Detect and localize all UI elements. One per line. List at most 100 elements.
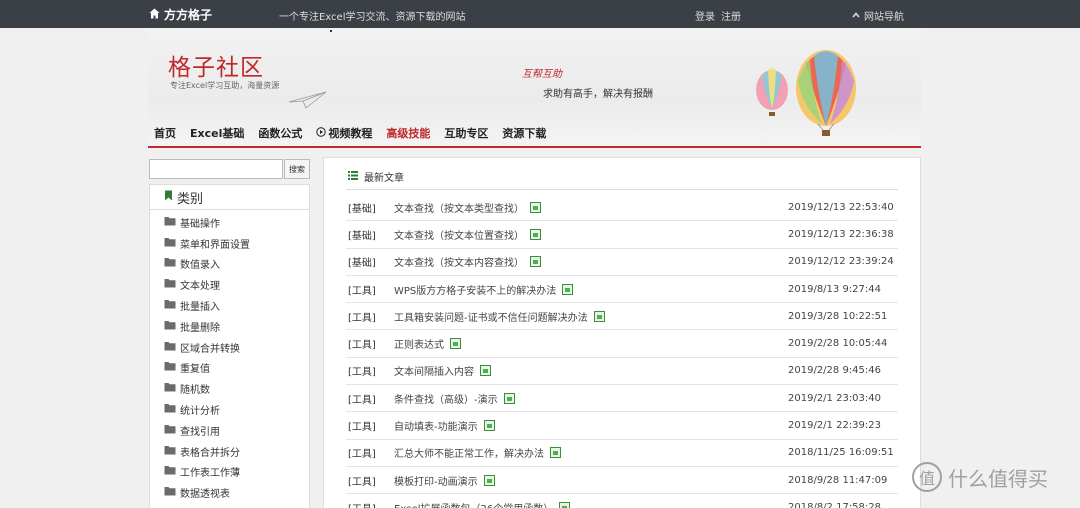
sidebar-item[interactable]: 批量删除	[150, 316, 309, 337]
article-tag[interactable]: [工具]	[348, 500, 394, 508]
sidebar-item-label: 查找引用	[180, 426, 220, 438]
site-nav-link[interactable]: 网站导航	[852, 8, 904, 23]
folder-icon	[164, 237, 176, 250]
article-title-wrap: 文本查找（按文本位置查找）	[394, 227, 541, 242]
article-title-wrap: 模板打印-动画演示	[394, 473, 495, 488]
image-icon	[480, 365, 491, 377]
folder-icon	[164, 361, 176, 374]
image-icon	[530, 228, 541, 240]
logo-title[interactable]: 格子社区	[168, 48, 264, 82]
top-bar: 方方格子 一个专注Excel学习交流、资源下载的网站 登录 注册 网站导航	[0, 0, 1080, 28]
folder-icon	[164, 424, 176, 437]
nav-home[interactable]: 首页	[154, 125, 176, 141]
article-row: [工具] 条件查找（高级）-演示 2019/2/1 23:03:40	[346, 385, 898, 413]
sidebar-item[interactable]: 数值录入	[150, 254, 309, 275]
nav-excel-basics[interactable]: Excel基础	[190, 125, 244, 141]
sidebar-item-label: 统计分析	[180, 406, 220, 418]
folder-icon	[164, 257, 176, 270]
article-tag[interactable]: [基础]	[348, 200, 394, 215]
search-input[interactable]	[149, 159, 283, 179]
article-row: [工具] 模板打印-动画演示 2018/9/28 11:47:09	[346, 467, 898, 495]
sidebar-item[interactable]: 区域合并转换	[150, 337, 309, 358]
category-sidebar: 类别 基础操作菜单和界面设置 数值录入 文本处理 批量插入 批量删除 区域合并转换重复值随…	[149, 184, 310, 508]
article-title-wrap: Excel扩展函数包（26个常用函数）	[394, 500, 571, 508]
article-title[interactable]: 文本间隔插入内容	[394, 363, 474, 378]
article-tag[interactable]: [工具]	[348, 418, 394, 433]
site-brand[interactable]: 方方格子	[149, 6, 212, 23]
nav-video-label: 视频教程	[328, 127, 373, 140]
image-icon	[450, 338, 461, 350]
article-tag[interactable]: [工具]	[348, 445, 394, 460]
article-title[interactable]: 工具箱安装问题-证书或不信任问题解决办法	[394, 309, 588, 324]
folder-icon	[164, 278, 176, 291]
folder-icon	[164, 299, 176, 312]
folder-icon	[164, 341, 176, 354]
article-title[interactable]: Excel扩展函数包（26个常用函数）	[394, 500, 553, 508]
sidebar-item[interactable]: 工作表工作薄	[150, 462, 309, 483]
article-date: 2019/2/28 10:05:44	[788, 338, 888, 350]
article-date: 2019/12/13 22:53:40	[788, 201, 894, 213]
article-tag[interactable]: [工具]	[348, 391, 394, 406]
nav-advanced-skills[interactable]: 高级技能	[386, 125, 430, 141]
article-title-wrap: 汇总大师不能正常工作，解决办法	[394, 445, 561, 460]
register-link[interactable]: 注册	[721, 8, 741, 23]
image-icon	[550, 447, 561, 459]
sidebar-item[interactable]: 表格合并拆分	[150, 441, 309, 462]
nav-downloads[interactable]: 资源下载	[502, 125, 546, 141]
folder-icon	[164, 216, 176, 229]
paper-plane-icon	[288, 90, 328, 113]
folder-icon	[164, 486, 176, 499]
article-tag[interactable]: [工具]	[348, 309, 394, 324]
sidebar-item-label: 基础操作	[180, 218, 220, 230]
sidebar-item[interactable]: 统计分析	[150, 399, 309, 420]
article-title[interactable]: WPS版方方格子安装不上的解决办法	[394, 282, 556, 297]
article-title[interactable]: 文本查找（按文本内容查找）	[394, 254, 524, 269]
sidebar-item[interactable]: 菜单和界面设置	[150, 233, 309, 254]
article-date: 2019/12/13 22:36:38	[788, 228, 894, 240]
search-button[interactable]: 搜索	[284, 159, 310, 179]
image-icon	[483, 420, 495, 432]
article-title[interactable]: 文本查找（按文本类型查找）	[394, 200, 524, 215]
article-date: 2019/2/1 23:03:40	[788, 392, 882, 404]
nav-video-tutorials[interactable]: 视频教程	[316, 125, 372, 141]
article-tag[interactable]: [工具]	[348, 363, 394, 378]
article-tag[interactable]: [工具]	[348, 473, 394, 488]
sidebar-item-label: 表格合并拆分	[180, 447, 240, 459]
article-title-wrap: WPS版方方格子安装不上的解决办法	[394, 282, 574, 297]
sidebar-item[interactable]: 随机数	[150, 378, 309, 399]
article-tag[interactable]: [工具]	[348, 282, 394, 297]
article-tag[interactable]: [工具]	[348, 336, 394, 351]
panel-title: 最新文章	[364, 173, 404, 184]
sidebar-item[interactable]: 批量插入	[150, 295, 309, 316]
article-tag[interactable]: [基础]	[348, 227, 394, 242]
image-icon	[559, 501, 571, 508]
nav-mutual-help[interactable]: 互助专区	[444, 125, 488, 141]
sidebar-item-label: 重复值	[180, 364, 210, 376]
sidebar-item[interactable]: 文本处理	[150, 274, 309, 295]
article-title[interactable]: 汇总大师不能正常工作，解决办法	[394, 445, 544, 460]
latest-articles-panel: 最新文章 [基础] 文本查找（按文本类型查找） 2019/12/13 22:53:4…	[323, 157, 921, 508]
article-title-wrap: 工具箱安装问题-证书或不信任问题解决办法	[394, 309, 605, 324]
folder-icon	[164, 465, 176, 478]
article-date: 2018/9/28 11:47:09	[788, 474, 888, 486]
login-link[interactable]: 登录	[695, 8, 715, 23]
auth-links: 登录 注册	[695, 8, 741, 23]
nav-formulas[interactable]: 函数公式	[258, 125, 302, 141]
article-title[interactable]: 条件查找（高级）-演示	[394, 391, 498, 406]
article-tag[interactable]: [基础]	[348, 254, 394, 269]
article-title[interactable]: 自动填表-功能演示	[394, 418, 478, 433]
article-row: [基础] 文本查找（按文本内容查找） 2019/12/12 23:39:24	[346, 249, 898, 276]
sidebar-title: 类别	[177, 191, 204, 207]
sidebar-item[interactable]: 查找引用	[150, 420, 309, 441]
sidebar-item[interactable]: 基础操作	[150, 212, 309, 233]
watermark: 值 什么值得买	[912, 462, 1048, 492]
mutual-help-text: 互帮互助	[522, 69, 562, 80]
article-title[interactable]: 文本查找（按文本位置查找）	[394, 227, 524, 242]
article-title[interactable]: 正则表达式	[394, 336, 444, 351]
article-date: 2019/2/1 22:39:23	[788, 420, 882, 432]
article-title[interactable]: 模板打印-动画演示	[394, 473, 478, 488]
chevron-up-icon	[852, 10, 860, 21]
brand-name: 方方格子	[164, 8, 213, 22]
sidebar-item[interactable]: 数据透视表	[150, 482, 309, 503]
sidebar-item[interactable]: 重复值	[150, 358, 309, 379]
